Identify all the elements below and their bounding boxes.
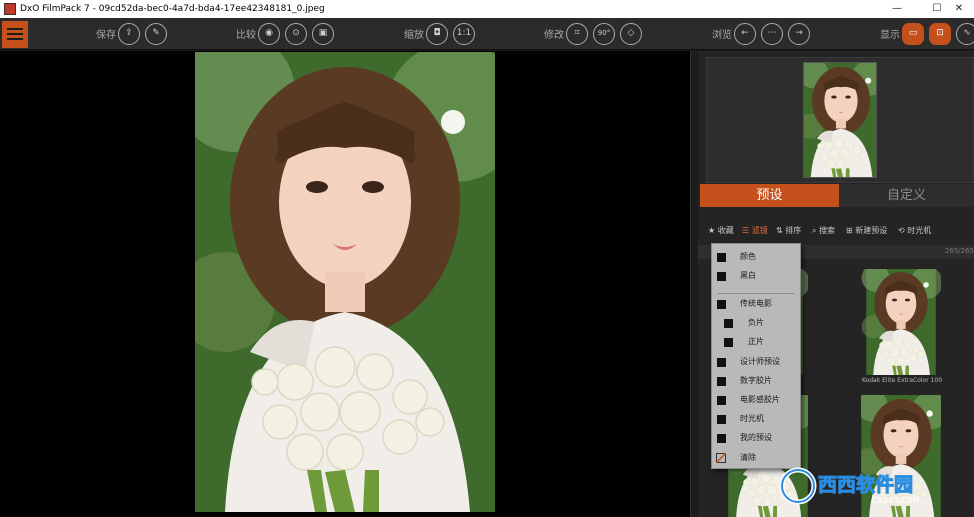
minimize-button[interactable]: — <box>882 0 912 18</box>
straighten-icon[interactable]: ◇ <box>620 23 642 45</box>
crop-icon[interactable]: ⌗ <box>566 23 588 45</box>
zoom-label: 缩放 <box>404 30 424 41</box>
window-title: DxO FilmPack 7 - 09cd52da-bec0-4a7d-bda4… <box>20 4 325 14</box>
filter-option-time-machine[interactable]: 时光机 <box>712 410 800 428</box>
search-label: 搜索 <box>819 226 836 235</box>
filter-option-digital-film[interactable]: 数字胶片 <box>712 372 800 390</box>
monitor-icon[interactable]: ▭ <box>902 23 924 45</box>
filter-option-my-presets[interactable]: 我的预设 <box>712 429 800 447</box>
favorites-button[interactable]: ★ 收藏 <box>708 225 734 236</box>
filter-bar: ★ 收藏 ☰ 滤镜 ⇅ 排序 ⌕ 搜索 ⊞ 新建预设 ⟲ 时光机 <box>698 223 974 239</box>
filter-option-designer[interactable]: 设计师预设 <box>712 353 800 371</box>
hamburger-menu-button[interactable] <box>2 21 28 48</box>
filter-label: 滤镜 <box>751 226 768 235</box>
clear-icon <box>716 453 726 463</box>
watermark-logo: 西西软件园 CR173.COM <box>779 466 950 506</box>
filter-option-color[interactable]: 颜色 <box>712 248 800 266</box>
compare-image-icon[interactable]: ▣ <box>312 23 334 45</box>
preview-panel-icon[interactable]: ⊡ <box>929 23 951 45</box>
title-bar: DxO FilmPack 7 - 09cd52da-bec0-4a7d-bda4… <box>0 0 974 18</box>
zoom-1to1-button[interactable]: 1:1 <box>453 23 475 45</box>
filter-dropdown-menu: 颜色 黑白 传统电影 负片 正片 设计师预设 数字胶片 电影感胶片 时光机 我的… <box>711 243 801 469</box>
save-label: 保存 <box>96 30 116 41</box>
new-preset-button[interactable]: ⊞ 新建预设 <box>846 225 887 236</box>
svg-text:CR173.COM: CR173.COM <box>872 496 920 505</box>
preset-tile[interactable] <box>861 269 941 375</box>
filter-option-classic-film[interactable]: 传统电影 <box>712 295 800 313</box>
filter-option-clear[interactable]: 清除 <box>712 449 800 467</box>
favorites-label: 收藏 <box>717 226 734 235</box>
close-button[interactable]: ✕ <box>944 0 974 18</box>
time-machine-label: 时光机 <box>907 226 932 235</box>
grid-icon[interactable]: ⋯ <box>761 23 783 45</box>
sort-button[interactable]: ⇅ 排序 <box>776 225 801 236</box>
svg-text:西西软件园: 西西软件园 <box>818 473 913 496</box>
display-label: 显示 <box>880 30 900 41</box>
sort-label: 排序 <box>785 226 802 235</box>
filter-option-cinematic[interactable]: 电影感胶片 <box>712 391 800 409</box>
new-preset-label: 新建预设 <box>855 226 888 235</box>
image-viewer[interactable] <box>0 51 690 517</box>
filter-option-bw[interactable]: 黑白 <box>712 267 800 285</box>
filter-option-negative[interactable]: 负片 <box>712 314 800 332</box>
preset-caption: Kodak Elite ExtraColor 100 <box>861 377 943 384</box>
panel-splitter[interactable] <box>690 51 698 517</box>
time-machine-button[interactable]: ⟲ 时光机 <box>898 225 931 236</box>
main-photo <box>195 52 495 512</box>
browse-label: 浏览 <box>712 30 732 41</box>
filter-button[interactable]: ☰ 滤镜 <box>742 225 768 236</box>
main-toolbar: 保存 ⇪ ✎ 比较 ◉ ⊙ ▣ 缩放 ◘ 1:1 修改 ⌗ 90° ◇ 浏览 ←… <box>0 18 974 50</box>
tab-custom[interactable]: 自定义 <box>839 184 974 207</box>
next-arrow-icon[interactable]: → <box>788 23 810 45</box>
rotate-90-button[interactable]: 90° <box>593 23 615 45</box>
preview-area <box>706 57 974 183</box>
search-button[interactable]: ⌕ 搜索 <box>812 225 835 236</box>
previous-arrow-icon[interactable]: ← <box>734 23 756 45</box>
filter-option-positive[interactable]: 正片 <box>712 333 800 351</box>
tab-presets[interactable]: 预设 <box>700 184 839 207</box>
fit-screen-icon[interactable]: ◘ <box>426 23 448 45</box>
preview-thumbnail <box>803 62 877 178</box>
preset-count: 265/265 <box>944 247 974 255</box>
eye-icon[interactable]: ◉ <box>258 23 280 45</box>
export-edit-icon[interactable]: ✎ <box>145 23 167 45</box>
modify-label: 修改 <box>544 30 564 41</box>
compare-split-icon[interactable]: ⊙ <box>285 23 307 45</box>
app-icon <box>4 3 16 15</box>
histogram-icon[interactable]: ∿ <box>956 23 974 45</box>
menu-separator <box>718 293 794 294</box>
export-image-icon[interactable]: ⇪ <box>118 23 140 45</box>
compare-label: 比较 <box>236 30 256 41</box>
